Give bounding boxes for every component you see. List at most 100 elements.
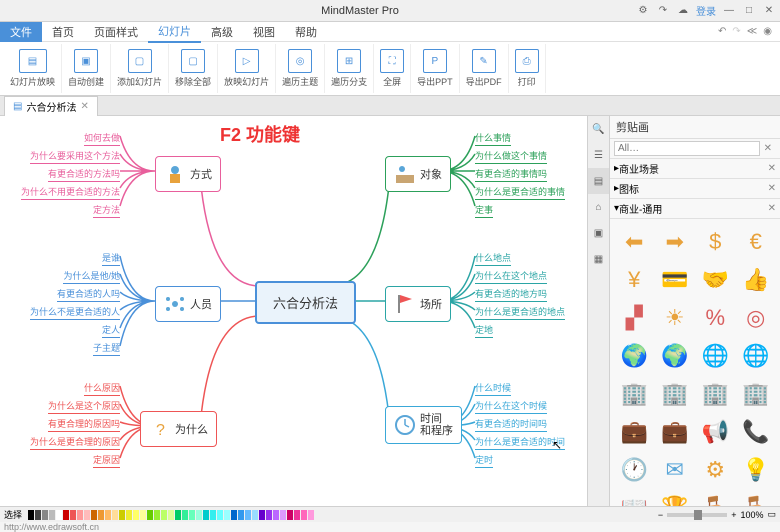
settings-icon[interactable]: ⚙ [636, 4, 650, 18]
clipart-handshake[interactable]: 🤝 [697, 263, 734, 297]
palette-swatch[interactable] [245, 510, 251, 520]
ribbon-branch[interactable]: ⊞遍历分支 [325, 44, 374, 93]
clipart-puzzle[interactable]: ▞ [616, 301, 653, 335]
leaf-place-1[interactable]: 为什么在这个地点 [475, 268, 547, 284]
clipart-briefcase2[interactable]: 💼 [657, 415, 694, 449]
palette-swatch[interactable] [126, 510, 132, 520]
palette-swatch[interactable] [147, 510, 153, 520]
clipart-globe-blue[interactable]: 🌐 [697, 339, 734, 373]
palette-swatch[interactable] [56, 510, 62, 520]
clipart-envelope[interactable]: ✉ [657, 453, 694, 487]
leaf-people-2[interactable]: 有更合适的人吗 [57, 286, 120, 302]
palette-swatch[interactable] [280, 510, 286, 520]
undo-icon[interactable]: ↶ [718, 26, 726, 37]
cat-business-sub[interactable]: ▾ 商业-通用✕ [610, 199, 780, 219]
palette-swatch[interactable] [210, 510, 216, 520]
minimize-icon[interactable]: — [722, 4, 736, 18]
clipart-yen[interactable]: ¥ [616, 263, 653, 297]
leaf-object-1[interactable]: 为什么做这个事情 [475, 148, 547, 164]
ribbon-pdf[interactable]: ✎导出PDF [460, 44, 509, 93]
palette-swatch[interactable] [112, 510, 118, 520]
leaf-method-1[interactable]: 为什么要采用这个方法 [30, 148, 120, 164]
zoom-in-icon[interactable]: + [731, 510, 736, 520]
clipart-gear-person[interactable]: ⚙ [697, 453, 734, 487]
ribbon-print[interactable]: ⎙打印 [509, 44, 546, 93]
clipart-chair2[interactable]: 🪑 [738, 491, 775, 506]
palette-swatch[interactable] [217, 510, 223, 520]
palette-swatch[interactable] [49, 510, 55, 520]
search-x-icon[interactable]: ✕ [760, 143, 776, 154]
menu-advanced[interactable]: 高级 [201, 22, 243, 42]
palette-swatch[interactable] [133, 510, 139, 520]
ribbon-slide-gen[interactable]: ▤幻灯片放映 [4, 44, 62, 93]
menu-view[interactable]: 视图 [243, 22, 285, 42]
clipart-megaphone[interactable]: 📢 [697, 415, 734, 449]
palette-swatch[interactable] [70, 510, 76, 520]
share-top-icon[interactable]: ≪ [747, 26, 757, 37]
palette-swatch[interactable] [161, 510, 167, 520]
leaf-method-0[interactable]: 如何去做 [84, 130, 120, 146]
palette-swatch[interactable] [196, 510, 202, 520]
side-calendar-icon[interactable]: ▦ [588, 246, 609, 272]
leaf-method-2[interactable]: 有更合适的方法吗 [48, 166, 120, 182]
leaf-place-0[interactable]: 什么地点 [475, 250, 511, 266]
leaf-time-1[interactable]: 为什么在这个时候 [475, 398, 547, 414]
clipart-discount[interactable]: % [697, 301, 734, 335]
side-search-icon[interactable]: 🔍 [588, 116, 609, 142]
leaf-people-1[interactable]: 为什么是他/她 [63, 268, 120, 284]
center-node[interactable]: 六合分析法 [255, 281, 356, 324]
palette-swatch[interactable] [231, 510, 237, 520]
palette-swatch[interactable] [287, 510, 293, 520]
palette-swatch[interactable] [252, 510, 258, 520]
fit-icon[interactable]: ▭ [767, 509, 776, 520]
clipart-briefcase1[interactable]: 💼 [616, 415, 653, 449]
palette-swatch[interactable] [119, 510, 125, 520]
leaf-people-3[interactable]: 为什么不是更合适的人 [30, 304, 120, 320]
leaf-place-2[interactable]: 有更合适的地方吗 [475, 286, 547, 302]
menu-start[interactable]: 首页 [42, 22, 84, 42]
ribbon-play[interactable]: ▷放映幻灯片 [218, 44, 276, 93]
palette-swatch[interactable] [224, 510, 230, 520]
zoom-slider[interactable] [667, 513, 727, 517]
leaf-people-0[interactable]: 是谁 [102, 250, 120, 266]
side-layers-icon[interactable]: ☰ [588, 142, 609, 168]
leaf-people-4[interactable]: 定人 [102, 322, 120, 338]
cat-business[interactable]: ▸ 商业场景✕ [610, 159, 780, 179]
palette-swatch[interactable] [203, 510, 209, 520]
clipart-head-idea[interactable]: 💡 [738, 453, 775, 487]
zoom-out-icon[interactable]: − [658, 510, 663, 520]
leaf-time-2[interactable]: 有更合适的时间吗 [475, 416, 547, 432]
login-link[interactable]: 登录 [696, 3, 716, 18]
menu-help[interactable]: 帮助 [285, 22, 327, 42]
canvas[interactable]: F2 功能键 六合分析法 方式 人员 ? 为什么 对象 场所 时间 和程序 [0, 116, 587, 506]
clipart-globe-search[interactable]: 🌍 [616, 339, 653, 373]
clipart-building1[interactable]: 🏢 [616, 377, 653, 411]
palette-swatch[interactable] [273, 510, 279, 520]
clipart-clock[interactable]: 🕐 [616, 453, 653, 487]
leaf-object-0[interactable]: 什么事情 [475, 130, 511, 146]
palette-swatch[interactable] [301, 510, 307, 520]
clipart-building4[interactable]: 🏢 [738, 377, 775, 411]
share-icon[interactable]: ↷ [656, 4, 670, 18]
menu-page-style[interactable]: 页面样式 [84, 22, 148, 42]
menu-slideshow[interactable]: 幻灯片 [148, 21, 201, 43]
palette-swatch[interactable] [28, 510, 34, 520]
clipart-thumbs-up[interactable]: 👍 [738, 263, 775, 297]
leaf-place-4[interactable]: 定地 [475, 322, 493, 338]
palette-swatch[interactable] [182, 510, 188, 520]
leaf-why-3[interactable]: 为什么是更合理的原因 [30, 434, 120, 450]
ribbon-auto[interactable]: ▣自动创建 [62, 44, 111, 93]
palette-swatch[interactable] [189, 510, 195, 520]
palette-swatch[interactable] [175, 510, 181, 520]
palette-swatch[interactable] [84, 510, 90, 520]
leaf-object-4[interactable]: 定事 [475, 202, 493, 218]
leaf-object-2[interactable]: 有更合适的事情吗 [475, 166, 547, 182]
palette-swatch[interactable] [77, 510, 83, 520]
close-icon[interactable]: ✕ [762, 4, 776, 18]
clipart-globe-green[interactable]: 🌍 [657, 339, 694, 373]
palette-swatch[interactable] [140, 510, 146, 520]
palette-swatch[interactable] [63, 510, 69, 520]
clipart-book[interactable]: 📖 [616, 491, 653, 506]
branch-people[interactable]: 人员 [155, 286, 221, 322]
branch-why[interactable]: ? 为什么 [140, 411, 217, 447]
